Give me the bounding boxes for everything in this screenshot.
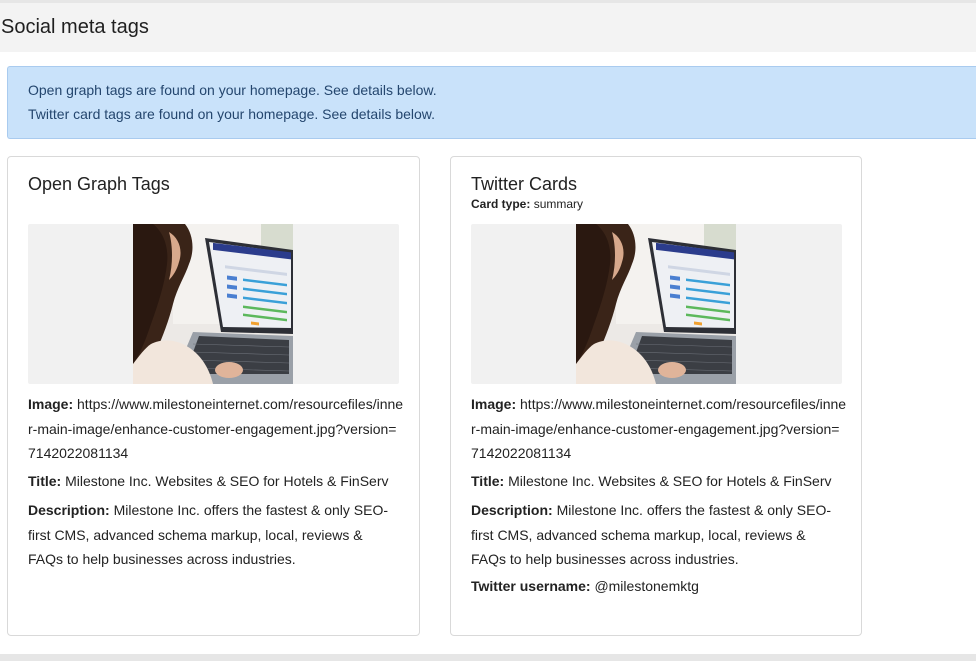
twitter-image-preview <box>471 224 842 384</box>
preview-photo <box>133 224 293 384</box>
open-graph-image-field: Image: https://www.milestoneinternet.com… <box>28 392 404 466</box>
open-graph-description-field: Description: Milestone Inc. offers the f… <box>28 498 400 572</box>
open-graph-image-label: Image: <box>28 396 74 412</box>
card-type-value: summary <box>533 197 584 211</box>
twitter-image-field: Image: https://www.milestoneinternet.com… <box>471 392 847 466</box>
preview-photo <box>576 224 736 384</box>
twitter-username-value: @milestonemktg <box>594 578 699 594</box>
twitter-username-label: Twitter username: <box>471 578 591 594</box>
open-graph-card-title: Open Graph Tags <box>28 174 170 194</box>
alert-open-graph-message: Open graph tags are found on your homepa… <box>28 82 437 98</box>
info-alert: Open graph tags are found on your homepa… <box>7 66 976 139</box>
woman-using-laptop-image <box>576 224 736 384</box>
open-graph-card: Open Graph Tags Image: https://www.miles… <box>7 156 420 636</box>
twitter-title-label: Title: <box>471 473 505 489</box>
twitter-image-url: https://www.milestoneinternet.com/resour… <box>471 396 847 461</box>
woman-using-laptop-image <box>133 224 293 384</box>
twitter-card-title: Twitter Cards <box>471 174 578 194</box>
bottom-divider <box>0 654 976 661</box>
page: Social meta tags Open graph tags are fou… <box>0 0 976 661</box>
twitter-description-field: Description: Milestone Inc. offers the f… <box>471 498 843 572</box>
twitter-description-label: Description: <box>471 502 553 518</box>
open-graph-description-label: Description: <box>28 502 110 518</box>
open-graph-title-value: Milestone Inc. Websites & SEO for Hotels… <box>65 473 389 489</box>
twitter-username-field: Twitter username: @milestonemktg <box>471 574 847 599</box>
section-header: Social meta tags <box>0 3 976 52</box>
twitter-title-value: Milestone Inc. Websites & SEO for Hotels… <box>508 473 832 489</box>
card-type-label: Card type: <box>471 197 531 211</box>
twitter-card: Twitter Cards Card type: summary Image: … <box>450 156 862 636</box>
alert-twitter-message: Twitter card tags are found on your home… <box>28 106 436 122</box>
twitter-card-type: Card type: summary <box>471 197 583 211</box>
page-title: Social meta tags <box>1 16 149 38</box>
open-graph-image-url: https://www.milestoneinternet.com/resour… <box>28 396 404 461</box>
twitter-image-label: Image: <box>471 396 517 412</box>
open-graph-title-label: Title: <box>28 473 62 489</box>
twitter-title-field: Title: Milestone Inc. Websites & SEO for… <box>471 469 847 494</box>
open-graph-image-preview <box>28 224 399 384</box>
open-graph-title-field: Title: Milestone Inc. Websites & SEO for… <box>28 469 404 494</box>
